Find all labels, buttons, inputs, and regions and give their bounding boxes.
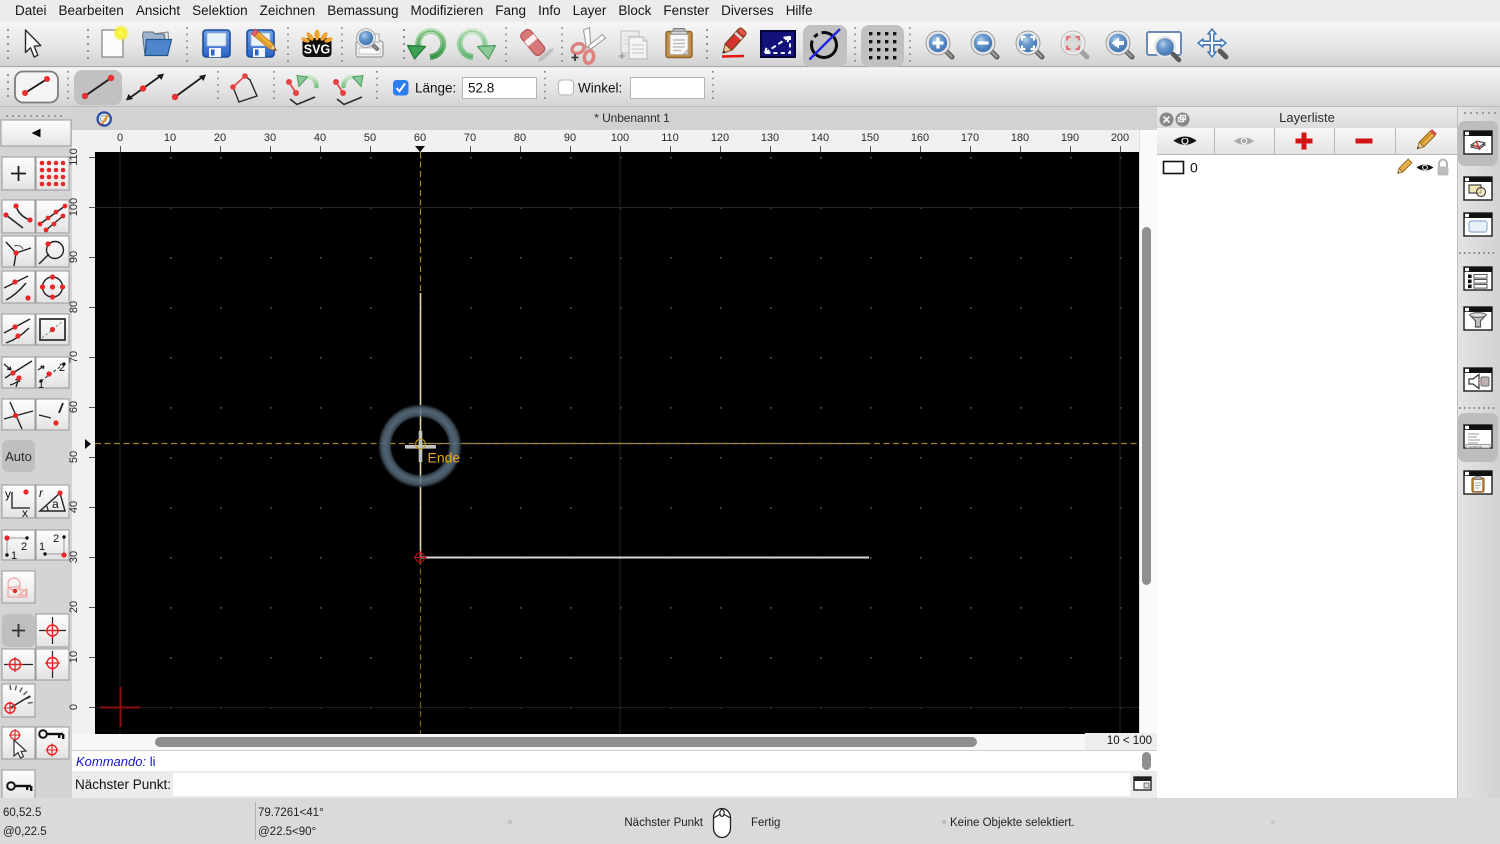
svg-text:a: a bbox=[52, 497, 59, 511]
svg-text:0: 0 bbox=[1190, 160, 1198, 176]
svg-text:@22.5<90°: @22.5<90° bbox=[258, 826, 316, 838]
svg-text:y: y bbox=[5, 487, 11, 501]
svg-text:SVG: SVG bbox=[304, 43, 330, 57]
svg-text:Nächster Punkt: Nächster Punkt bbox=[624, 817, 703, 829]
svg-text:79.7261<41°: 79.7261<41° bbox=[258, 807, 324, 819]
svg-text:@0,22.5: @0,22.5 bbox=[3, 826, 47, 838]
svg-text:2: 2 bbox=[21, 541, 27, 553]
svg-text:x: x bbox=[22, 506, 28, 520]
svg-text:52.8: 52.8 bbox=[468, 81, 494, 96]
svg-text:Winkel:: Winkel: bbox=[578, 81, 622, 96]
svg-text:Keine Objekte selektiert.: Keine Objekte selektiert. bbox=[950, 817, 1075, 829]
svg-text:1: 1 bbox=[11, 550, 17, 562]
svg-text:2: 2 bbox=[53, 533, 59, 545]
svg-text:Ende: Ende bbox=[428, 450, 461, 466]
svg-text:1: 1 bbox=[39, 541, 45, 553]
svg-text:60,52.5: 60,52.5 bbox=[3, 807, 41, 819]
svg-text:Länge:: Länge: bbox=[415, 81, 456, 96]
svg-text:Auto: Auto bbox=[5, 449, 32, 464]
svg-text:command: command bbox=[1469, 445, 1483, 449]
svg-text:Fertig: Fertig bbox=[751, 817, 780, 829]
